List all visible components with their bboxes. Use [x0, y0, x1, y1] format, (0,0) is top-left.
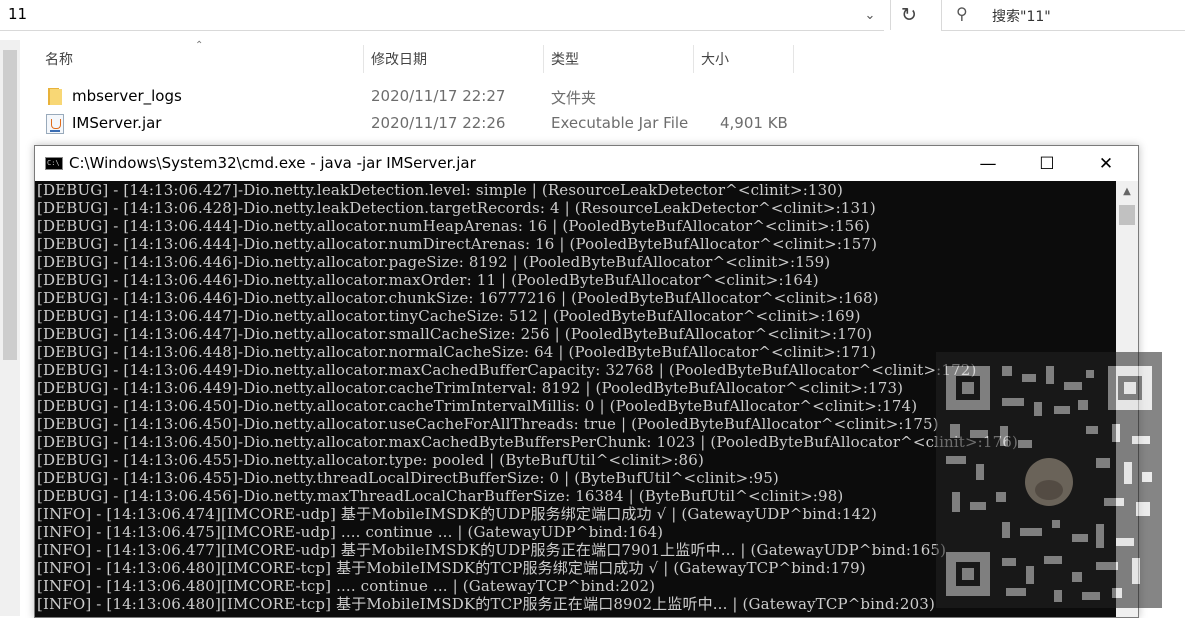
file-name: IMServer.jar [72, 114, 162, 132]
column-divider[interactable] [693, 45, 694, 73]
console-line: [INFO] - [14:13:06.474][IMCORE-udp] 基于Mo… [37, 505, 877, 523]
search-input[interactable]: 搜索"11" [992, 6, 1051, 26]
explorer-scrollbar[interactable] [0, 40, 20, 616]
window-title: C:\Windows\System32\cmd.exe - java -jar … [69, 154, 476, 172]
console-line: [INFO] - [14:13:06.480][IMCORE-tcp] 基于Mo… [37, 595, 935, 613]
minimize-button[interactable]: — [959, 146, 1017, 181]
column-header-type[interactable]: 类型 [551, 45, 693, 73]
console-line: [DEBUG] - [14:13:06.447]-Dio.netty.alloc… [37, 307, 861, 325]
search-box[interactable]: ⚲ 搜索"11" [941, 0, 1185, 31]
console-line: [DEBUG] - [14:13:06.446]-Dio.netty.alloc… [37, 271, 819, 289]
file-size: 4,901 KB [720, 114, 788, 132]
address-value[interactable]: 11 [8, 5, 27, 23]
console-line: [DEBUG] - [14:13:06.446]-Dio.netty.alloc… [37, 289, 879, 307]
file-modified: 2020/11/17 22:26 [371, 114, 506, 132]
chevron-down-icon[interactable]: ⌄ [856, 2, 884, 28]
column-divider[interactable] [543, 45, 544, 73]
console-line: [DEBUG] - [14:13:06.427]-Dio.netty.leakD… [37, 181, 843, 199]
file-type: Executable Jar File [551, 114, 689, 132]
column-header-modified-label: 修改日期 [371, 52, 427, 68]
column-header-size-label: 大小 [701, 52, 729, 68]
column-header-size[interactable]: 大小 [701, 45, 793, 73]
file-name: mbserver_logs [72, 87, 182, 105]
console-line: [DEBUG] - [14:13:06.450]-Dio.netty.alloc… [37, 433, 1018, 451]
console-line: [DEBUG] - [14:13:06.448]-Dio.netty.alloc… [37, 343, 877, 361]
search-icon: ⚲ [956, 4, 968, 23]
console-line: [DEBUG] - [14:13:06.428]-Dio.netty.leakD… [37, 199, 876, 217]
maximize-button[interactable]: ☐ [1018, 146, 1076, 181]
console-line: [DEBUG] - [14:13:06.456]-Dio.netty.maxTh… [37, 487, 844, 505]
scrollbar-thumb[interactable] [3, 50, 17, 360]
file-type: 文件夹 [551, 89, 597, 107]
console-line: [DEBUG] - [14:13:06.449]-Dio.netty.alloc… [37, 361, 977, 379]
file-row[interactable]: IMServer.jar 2020/11/17 22:26 Executable… [40, 111, 920, 137]
console-line: [INFO] - [14:13:06.480][IMCORE-tcp] ....… [37, 577, 656, 595]
console-line: [DEBUG] - [14:13:06.446]-Dio.netty.alloc… [37, 253, 831, 271]
console-line: [DEBUG] - [14:13:06.455]-Dio.netty.alloc… [37, 451, 704, 469]
console-line: [DEBUG] - [14:13:06.455]-Dio.netty.threa… [37, 469, 779, 487]
address-bar[interactable]: 11 ⌄ [0, 0, 884, 31]
scroll-up-arrow-icon[interactable]: ▲ [1116, 183, 1138, 199]
column-divider[interactable] [363, 45, 364, 73]
console-line: [DEBUG] - [14:13:06.450]-Dio.netty.alloc… [37, 397, 918, 415]
column-header-type-label: 类型 [551, 52, 579, 68]
scrollbar-thumb[interactable] [1119, 205, 1135, 225]
console-line: [DEBUG] - [14:13:06.447]-Dio.netty.alloc… [37, 325, 873, 343]
qr-code-watermark [936, 352, 1162, 608]
file-row[interactable]: mbserver_logs 2020/11/17 22:27 文件夹 [40, 84, 920, 110]
console-line: [DEBUG] - [14:13:06.444]-Dio.netty.alloc… [37, 217, 871, 235]
column-divider[interactable] [793, 45, 794, 73]
column-header-modified[interactable]: 修改日期 [371, 45, 543, 73]
cmd-app-icon[interactable]: C:\ [45, 157, 63, 170]
console-line: [INFO] - [14:13:06.480][IMCORE-tcp] 基于Mo… [37, 559, 866, 577]
cmd-titlebar[interactable]: C:\ C:\Windows\System32\cmd.exe - java -… [35, 146, 1138, 181]
console-line: [INFO] - [14:13:06.477][IMCORE-udp] 基于Mo… [37, 541, 947, 559]
column-header-name-label: 名称 [45, 52, 73, 68]
console-line: [INFO] - [14:13:06.475][IMCORE-udp] ....… [37, 523, 664, 541]
console-line: [DEBUG] - [14:13:06.450]-Dio.netty.alloc… [37, 415, 939, 433]
column-header-name[interactable]: 名称 [45, 45, 363, 73]
console-line: [DEBUG] - [14:13:06.444]-Dio.netty.alloc… [37, 235, 878, 253]
java-jar-icon [46, 114, 64, 134]
console-line: [DEBUG] - [14:13:06.449]-Dio.netty.alloc… [37, 379, 904, 397]
refresh-icon[interactable]: ↻ [890, 0, 927, 30]
folder-icon [48, 88, 62, 105]
close-button[interactable]: ✕ [1077, 146, 1135, 181]
file-modified: 2020/11/17 22:27 [371, 87, 506, 105]
